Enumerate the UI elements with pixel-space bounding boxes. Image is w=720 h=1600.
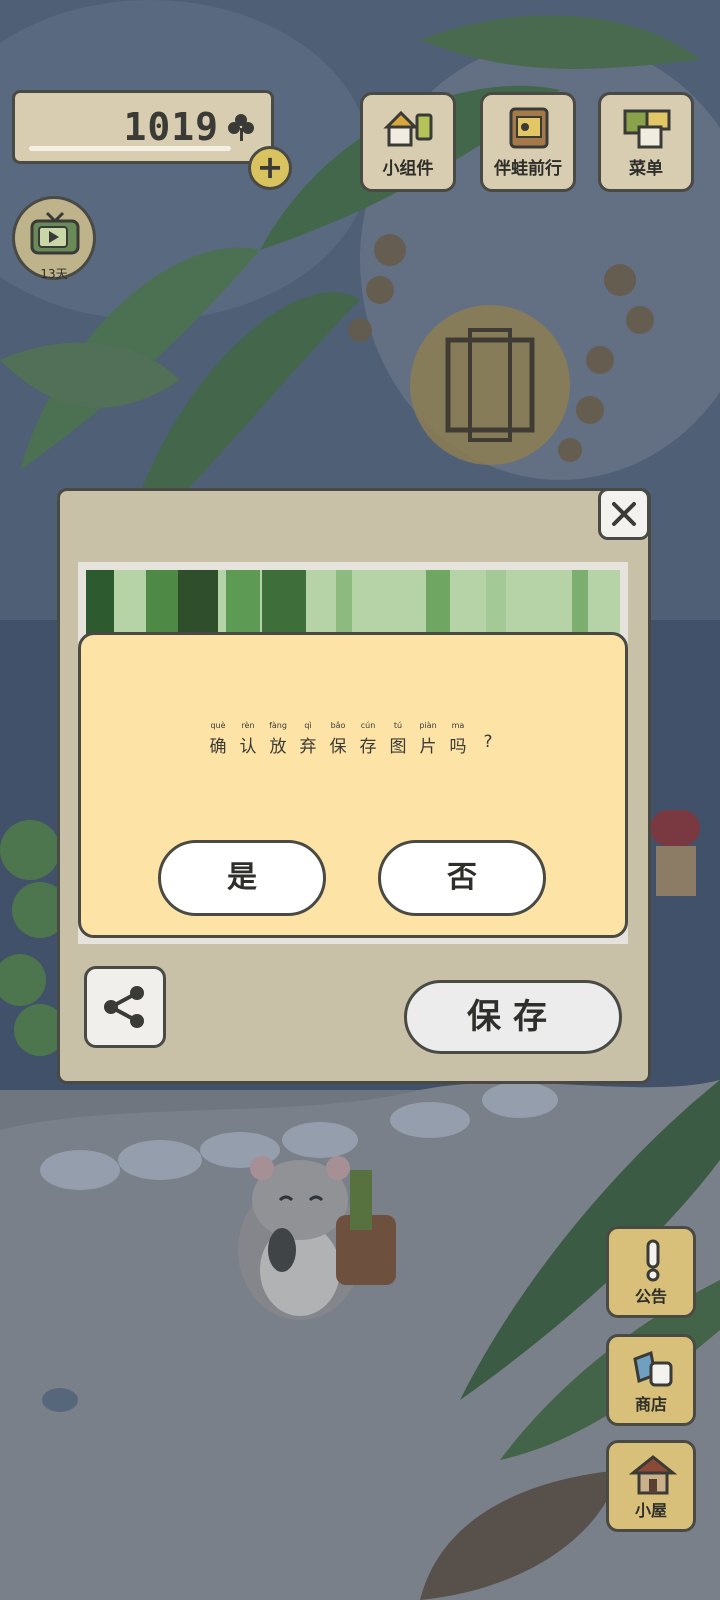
message-char: bǎo 保 (329, 721, 347, 757)
widget-icon (383, 110, 433, 147)
coin-bar-track (29, 146, 231, 151)
add-coins-button[interactable]: + (248, 146, 292, 190)
share-icon (104, 986, 144, 1028)
share-button[interactable] (84, 966, 166, 1048)
tv-ad-button[interactable]: 13天 (12, 196, 96, 281)
widget-button-label: 小组件 (382, 159, 434, 179)
save-button[interactable]: 保存 (404, 980, 622, 1054)
shop-bag-icon (633, 1350, 673, 1387)
notice-button-label: 公告 (634, 1287, 667, 1306)
house-button[interactable]: 小屋 (606, 1440, 696, 1532)
message-char: ma 吗 (449, 721, 467, 757)
notice-button[interactable]: 公告 (606, 1226, 696, 1318)
message-char: qì 弃 (299, 721, 317, 757)
clover-icon (228, 114, 254, 141)
coin-counter: 1019 (12, 90, 274, 164)
coin-amount: 1019 (123, 105, 219, 149)
message-char: piàn 片 (419, 721, 437, 757)
message-char: fàng 放 (269, 721, 287, 757)
confirm-message-ruby: què 确 rèn 认 fàng 放 qì 弃 bǎo 保 cún 存 tú 图 piàn 片 … (203, 720, 503, 757)
exclamation-icon (646, 1239, 660, 1282)
message-char: tú 图 (389, 721, 407, 757)
confirm-message: què 确 rèn 认 fàng 放 qì 弃 bǎo 保 cún 存 tú 图 piàn 片 … (81, 713, 625, 757)
tv-icon (30, 211, 80, 255)
close-icon (612, 502, 636, 526)
close-dialog-button[interactable] (598, 488, 650, 540)
shop-button-label: 商店 (634, 1395, 667, 1414)
menu-button-label: 菜单 (629, 159, 663, 179)
message-char: rèn 认 (239, 721, 257, 757)
house-icon (629, 1455, 677, 1495)
widget-button[interactable]: 小组件 (360, 92, 456, 192)
shop-button[interactable]: 商店 (606, 1334, 696, 1426)
yes-button[interactable]: 是 (158, 840, 326, 916)
photo-album-button[interactable]: 伴蛙前行 (480, 92, 576, 192)
photo-album-icon (509, 107, 549, 149)
menu-button[interactable]: 菜单 (598, 92, 694, 192)
message-char: cún 存 (359, 721, 377, 757)
house-button-label: 小屋 (634, 1501, 667, 1520)
photo-album-button-label: 伴蛙前行 (494, 159, 562, 179)
message-char: què 确 (209, 721, 227, 757)
message-char: ? (483, 732, 493, 752)
no-button[interactable]: 否 (378, 840, 546, 916)
menu-icon (623, 109, 671, 149)
tv-days-label: 13天 (40, 267, 68, 281)
